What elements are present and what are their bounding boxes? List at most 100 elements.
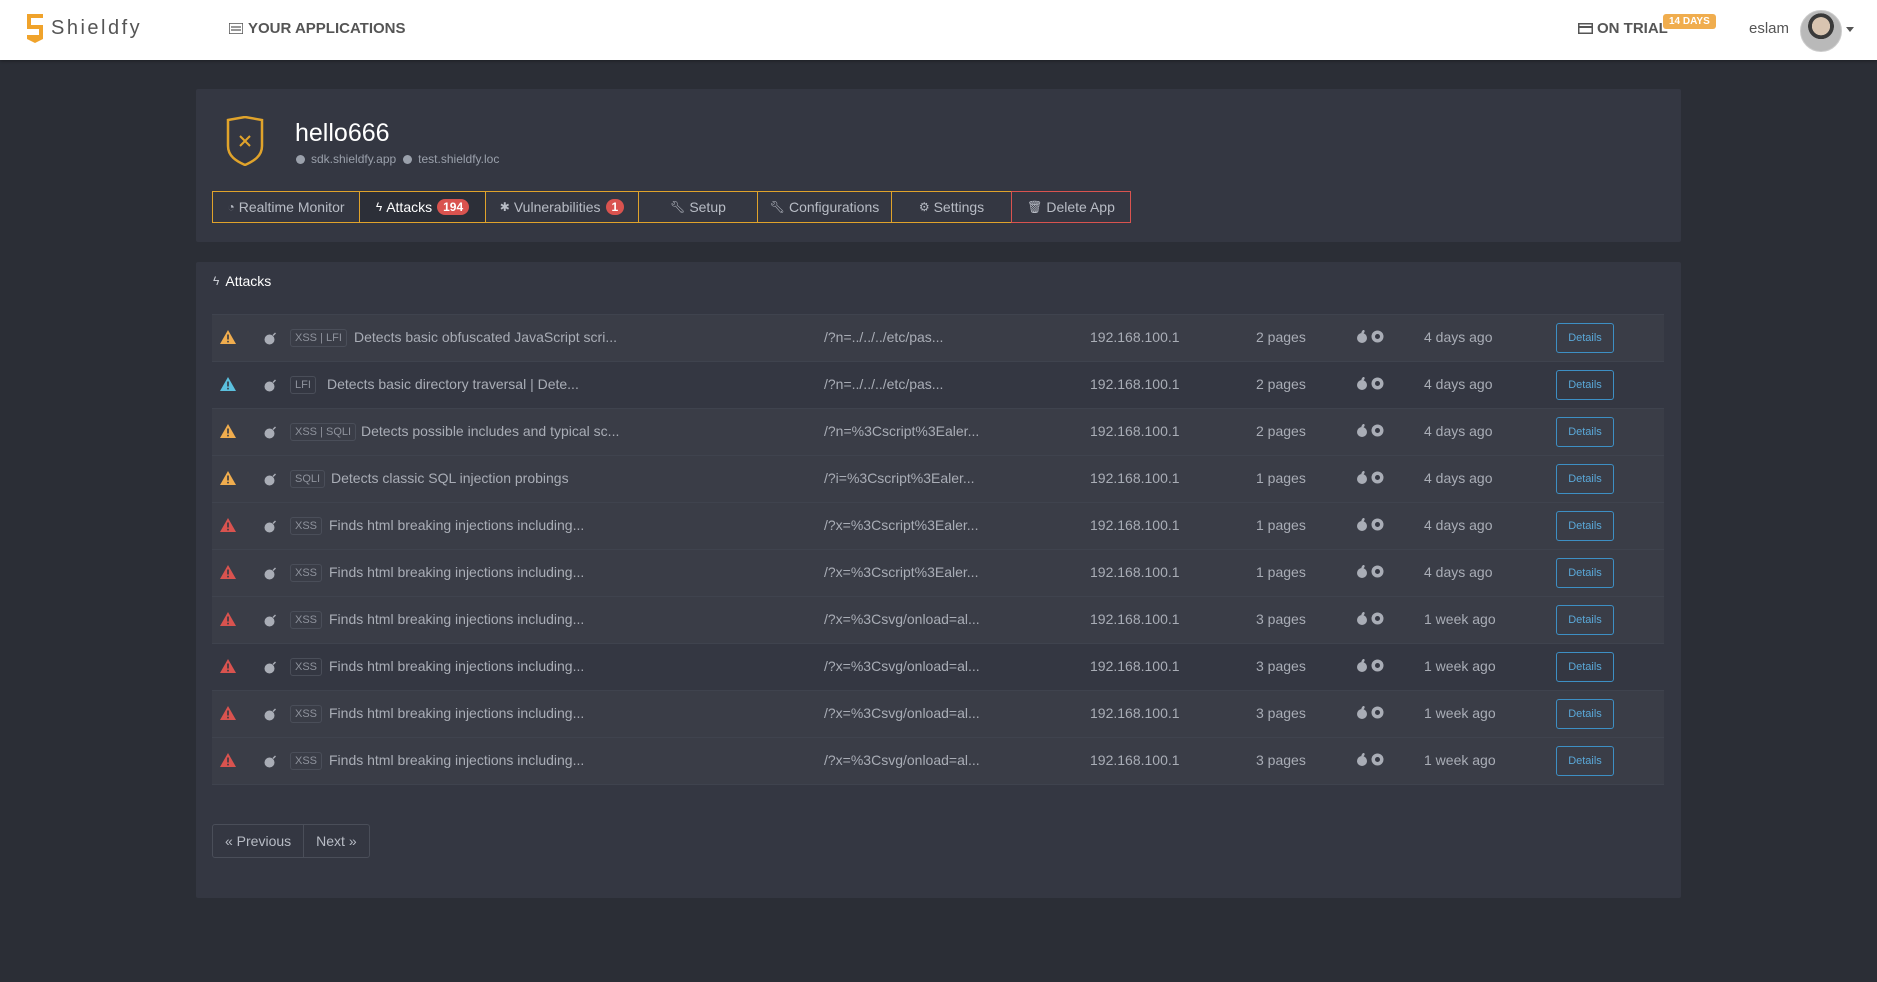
apple-icon [1357,706,1367,719]
tab-settings[interactable]: ⚙ Settings [891,191,1012,223]
attack-description: Finds html breaking injections including… [329,564,585,580]
table-row: XSS Finds html breaking injections inclu… [212,737,1664,785]
bolt-icon: ϟ [213,274,220,288]
attacks-table: XSS | LFI Detects basic obfuscated JavaS… [212,314,1664,785]
warning-triangle-icon [220,330,236,344]
warning-triangle-icon [220,518,236,532]
details-button[interactable]: Details [1556,370,1614,400]
trash-icon: 🗑︎ [1027,200,1043,214]
attack-type-label: SQLI [290,470,326,488]
tab-vulnerabilities[interactable]: ✱ Vulnerabilities 1 [485,191,639,223]
attack-pages: 1 pages [1256,470,1306,486]
top-navbar: Shieldfy YOUR APPLICATIONS ON TRIAL 14 D… [0,0,1877,60]
attack-description: Detects classic SQL injection probings [331,470,569,486]
tab-label: Realtime Monitor [238,199,345,215]
attack-path: /?n=../../../etc/pas... [824,376,944,392]
attack-ip: 192.168.100.1 [1090,658,1180,674]
app-tabs: ◔ Realtime Monitor ϟ Attacks 194 ✱ Vulne… [212,191,1131,223]
chrome-icon [1371,565,1384,578]
attack-time: 4 days ago [1424,329,1493,345]
attacks-count-badge: 194 [437,199,470,215]
details-button[interactable]: Details [1556,323,1614,353]
next-page-button[interactable]: Next » [303,824,370,858]
trial-label: ON TRIAL [1597,20,1668,37]
client-icons [1356,753,1384,766]
client-icons [1356,330,1384,343]
trial-days-badge: 14 DAYS [1663,14,1716,29]
attack-pages: 1 pages [1256,564,1306,580]
attack-ip: 192.168.100.1 [1090,329,1180,345]
attack-description: Finds html breaking injections including… [329,658,585,674]
details-button[interactable]: Details [1556,417,1614,447]
table-row: XSS Finds html breaking injections inclu… [212,643,1664,690]
details-button[interactable]: Details [1556,605,1614,635]
attacks-heading-label: Attacks [225,273,272,289]
vulnerabilities-count-badge: 1 [605,199,625,215]
avatar[interactable] [1800,10,1842,52]
attack-type-label: LFI [290,376,316,394]
attack-type-label: XSS | SQLI [290,423,357,441]
attack-ip: 192.168.100.1 [1090,611,1180,627]
attack-pages: 1 pages [1256,517,1306,533]
tab-setup[interactable]: 🔧︎ Setup [638,191,758,223]
chrome-icon [1371,377,1384,390]
details-button[interactable]: Details [1556,464,1614,494]
client-icons [1356,612,1384,625]
domain-secondary: test.shieldfy.loc [418,152,500,166]
app-title: hello666 [295,119,390,147]
attack-description: Detects possible includes and typical sc… [361,423,620,439]
credit-card-icon [1578,23,1593,34]
details-button[interactable]: Details [1556,699,1614,729]
apple-icon [1357,424,1367,437]
tab-configurations[interactable]: 🔧︎ Configurations [757,191,892,223]
chrome-icon [1371,706,1384,719]
apple-icon [1357,471,1367,484]
tab-delete-app[interactable]: 🗑︎ Delete App [1011,191,1131,223]
bomb-icon [264,661,276,674]
attack-path: /?x=%3Cscript%3Ealer... [824,564,979,580]
table-row: XSS Finds html breaking injections inclu… [212,502,1664,549]
attack-description: Detects basic directory traversal | Dete… [327,376,579,392]
attack-pages: 2 pages [1256,423,1306,439]
attack-ip: 192.168.100.1 [1090,752,1180,768]
attack-time: 4 days ago [1424,376,1493,392]
dashboard-icon: ◔ [227,200,235,214]
tab-label: Delete App [1046,199,1115,215]
chrome-icon [1371,471,1384,484]
tab-attacks[interactable]: ϟ Attacks 194 [359,191,486,223]
details-button[interactable]: Details [1556,746,1614,776]
app-header-panel: hello666 sdk.shieldfy.app test.shieldfy.… [196,89,1681,242]
attack-pages: 2 pages [1256,329,1306,345]
attack-time: 1 week ago [1424,752,1496,768]
attack-pages: 3 pages [1256,752,1306,768]
attack-ip: 192.168.100.1 [1090,705,1180,721]
tab-label: Vulnerabilities [513,199,601,215]
details-button[interactable]: Details [1556,652,1614,682]
shieldfy-logo-icon [27,14,43,43]
brand-link[interactable]: Shieldfy [24,12,142,44]
previous-page-button[interactable]: « Previous [212,824,305,858]
details-button[interactable]: Details [1556,511,1614,541]
table-row: SQLI Detects classic SQL injection probi… [212,455,1664,502]
chevron-down-icon[interactable] [1846,27,1854,32]
attack-description: Finds html breaking injections including… [329,705,585,721]
apple-icon [1357,377,1367,390]
attack-path: /?i=%3Cscript%3Ealer... [824,470,975,486]
table-row: LFI Detects basic directory traversal | … [212,361,1664,408]
tab-realtime-monitor[interactable]: ◔ Realtime Monitor [212,191,360,223]
client-icons [1356,377,1384,390]
attack-pages: 2 pages [1256,376,1306,392]
your-applications-link[interactable]: YOUR APPLICATIONS [229,20,406,37]
chrome-icon [1371,330,1384,343]
client-icons [1356,659,1384,672]
chrome-icon [1371,518,1384,531]
wrench-icon: 🔧︎ [670,200,686,214]
attack-time: 4 days ago [1424,517,1493,533]
attack-pages: 3 pages [1256,705,1306,721]
apple-icon [1357,565,1367,578]
brand-name: Shieldfy [51,16,143,39]
shield-x-icon [226,116,264,166]
username[interactable]: eslam [1749,20,1789,37]
trial-status[interactable]: ON TRIAL [1578,20,1668,37]
details-button[interactable]: Details [1556,558,1614,588]
